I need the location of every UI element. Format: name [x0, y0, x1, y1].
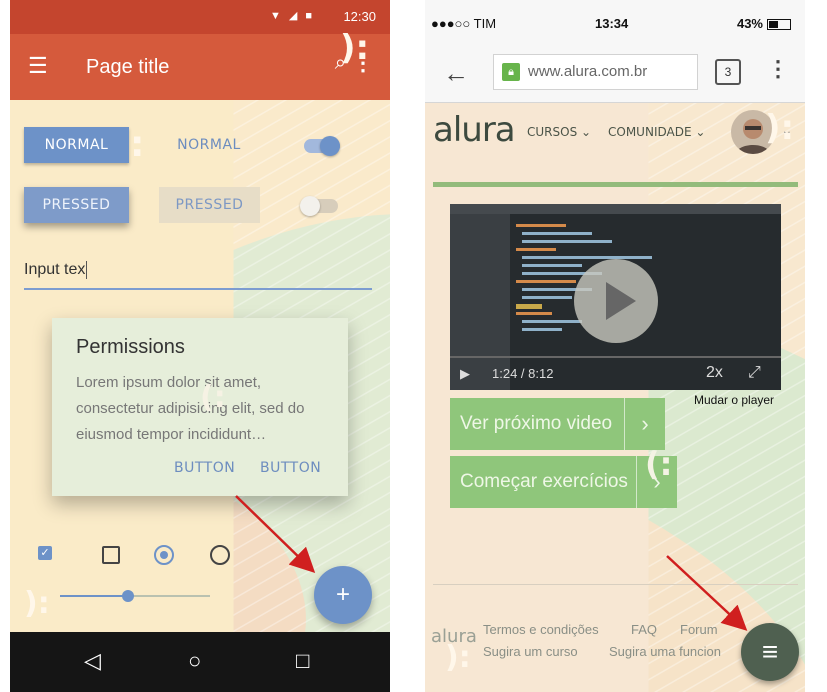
slider-thumb[interactable]: [121, 590, 134, 602]
back-nav-icon[interactable]: ◁: [84, 648, 101, 674]
radio-dot: [160, 551, 168, 559]
video-player[interactable]: ▶ 1:24 / 8:12 2x ⤢: [450, 204, 781, 390]
tab-count-button[interactable]: 3: [715, 59, 741, 85]
slider-fill: [60, 595, 128, 597]
flat-pressed-button[interactable]: PRESSED: [159, 187, 260, 223]
input-value: Input tex: [24, 261, 86, 278]
speed-button[interactable]: 2x: [706, 364, 723, 382]
dialog-button-1[interactable]: BUTTON: [174, 460, 235, 476]
decorative-mark: (:: [200, 380, 226, 415]
play-button[interactable]: [574, 259, 658, 343]
next-video-button[interactable]: Ver próximo video ›: [450, 398, 665, 450]
video-timeline[interactable]: [450, 356, 781, 358]
flat-normal-button[interactable]: NORMAL: [165, 127, 253, 163]
chevron-down-icon: ⌄: [581, 125, 592, 139]
play-icon: [606, 282, 636, 320]
battery-icon: [767, 19, 791, 31]
back-arrow-icon[interactable]: ←: [443, 58, 469, 89]
video-time: 1:24 / 8:12: [492, 366, 554, 381]
play-small-icon[interactable]: ▶: [460, 366, 470, 382]
status-time: 12:30: [343, 9, 376, 24]
hamburger-menu-icon: ≡: [761, 636, 779, 667]
footer-link-faq[interactable]: FAQ: [631, 622, 657, 637]
add-fab[interactable]: +: [314, 566, 372, 624]
toggle-on[interactable]: [304, 136, 340, 156]
decorative-mark: ):: [24, 586, 50, 621]
footer-divider: [433, 584, 798, 585]
text-input[interactable]: Input tex: [24, 252, 372, 290]
raised-pressed-button[interactable]: PRESSED: [24, 187, 129, 223]
menu-fab[interactable]: ≡: [741, 623, 799, 681]
video-titlebar: [450, 204, 781, 214]
menu-cursos-label: CURSOS: [527, 125, 578, 139]
chevron-right-icon: ›: [624, 398, 665, 450]
toggle-knob: [300, 196, 320, 216]
ios-status-bar: ●●●○○ TIM 13:34 43%: [425, 0, 805, 46]
more-vert-icon[interactable]: ⋮: [767, 56, 789, 82]
decorative-mark: ):: [765, 108, 795, 148]
battery-indicator: 43%: [737, 16, 791, 31]
footer-link-termos[interactable]: Termos e condições: [483, 622, 599, 637]
decorative-mark: (:: [645, 445, 673, 483]
url-text: www.alura.com.br: [528, 63, 648, 80]
navigation-bar: ◁ ○ □: [10, 632, 390, 692]
decorative-mark: ):: [445, 640, 471, 675]
menu-comunidade[interactable]: COMUNIDADE ⌄: [608, 125, 705, 139]
checkbox-checked[interactable]: ✓: [38, 546, 52, 560]
page-title: Page title: [86, 56, 170, 78]
checkbox-unchecked[interactable]: [102, 546, 120, 564]
progress-bar: [433, 182, 798, 187]
status-bar: ▼◢■ 12:30: [10, 0, 390, 34]
menu-comunidade-label: COMUNIDADE: [608, 125, 692, 139]
footer-link-forum[interactable]: Forum: [680, 622, 718, 637]
radio-selected[interactable]: [154, 545, 174, 565]
video-controls: ▶ 1:24 / 8:12 2x ⤢: [450, 356, 781, 390]
status-time: 13:34: [595, 16, 629, 31]
browser-toolbar: ← 🔒︎ www.alura.com.br 3 ⋮: [425, 46, 805, 103]
recents-nav-icon[interactable]: □: [296, 648, 309, 674]
address-bar[interactable]: 🔒︎ www.alura.com.br: [493, 54, 698, 90]
android-screen: ▼◢■ 12:30 ☰ Page title ⌕ ⋮ NORMAL NORMAL…: [10, 0, 390, 692]
dialog-title: Permissions: [76, 336, 185, 358]
raised-normal-button[interactable]: NORMAL: [24, 127, 129, 163]
change-player-link[interactable]: Mudar o player: [694, 393, 774, 407]
text-caret: [86, 260, 88, 279]
menu-cursos[interactable]: CURSOS ⌄: [527, 125, 591, 139]
decorative-mark: :: [130, 124, 145, 165]
fullscreen-icon[interactable]: ⤢: [748, 364, 761, 382]
chevron-down-icon: ⌄: [695, 125, 706, 139]
hamburger-menu-icon[interactable]: ☰: [28, 55, 48, 77]
battery-percent: 43%: [736, 16, 763, 31]
start-exercises-label: Começar exercícios: [460, 471, 628, 492]
signal-icon: ▼◢■: [270, 10, 320, 22]
footer-link-sugira-curso[interactable]: Sugira um curso: [483, 644, 578, 659]
carrier-label: ●●●○○ TIM: [431, 16, 497, 31]
alura-logo[interactable]: alura: [433, 110, 516, 150]
decorative-mark: ):: [340, 28, 370, 68]
next-video-label: Ver próximo video: [460, 413, 613, 434]
toggle-knob: [320, 136, 340, 156]
toggle-off[interactable]: [300, 196, 338, 216]
footer-link-sugira-funcionalidade[interactable]: Sugira uma funcion: [609, 644, 721, 659]
lock-icon: 🔒︎: [502, 63, 520, 81]
start-exercises-button[interactable]: Começar exercícios ›: [450, 456, 677, 508]
radio-unselected[interactable]: [210, 545, 230, 565]
iphone-screen: ●●●○○ TIM 13:34 43% ← 🔒︎ www.alura.com.br…: [425, 0, 805, 692]
home-nav-icon[interactable]: ○: [188, 648, 201, 674]
dialog-button-2[interactable]: BUTTON: [260, 460, 321, 476]
app-bar: ☰ Page title ⌕ ⋮: [10, 34, 390, 100]
